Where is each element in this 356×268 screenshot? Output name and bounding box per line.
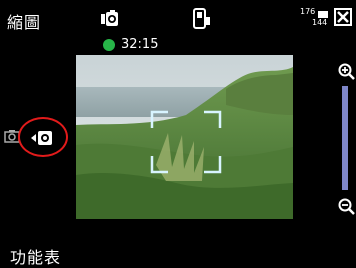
zoom-slider-track[interactable]: [342, 86, 348, 190]
close-button[interactable]: [334, 8, 352, 26]
video-mode-icon: [31, 131, 52, 145]
camera-video-toggle-icon[interactable]: [18, 117, 68, 157]
resolution-sub: 144: [312, 18, 328, 27]
recording-status: 32:15: [103, 37, 158, 52]
zoom-in-icon[interactable]: [338, 63, 356, 85]
video-camera-icon[interactable]: [100, 10, 122, 32]
close-icon: [337, 11, 349, 23]
zoom-out-icon[interactable]: [338, 198, 356, 220]
window-title: 縮圖: [7, 13, 42, 32]
resolution-value: 176: [300, 7, 316, 16]
menu-softkey[interactable]: 功能表: [10, 244, 61, 268]
top-bar: 縮圖 176 144: [0, 0, 356, 36]
camera-preview[interactable]: [76, 55, 293, 219]
resolution-screen-shape: [318, 11, 328, 18]
resolution-icon[interactable]: 176 144: [300, 8, 330, 30]
focus-frame-icon: [150, 110, 222, 174]
recording-time: 32:15: [121, 37, 159, 52]
phone-storage-icon[interactable]: [192, 8, 212, 34]
recording-indicator-icon: [103, 38, 115, 51]
